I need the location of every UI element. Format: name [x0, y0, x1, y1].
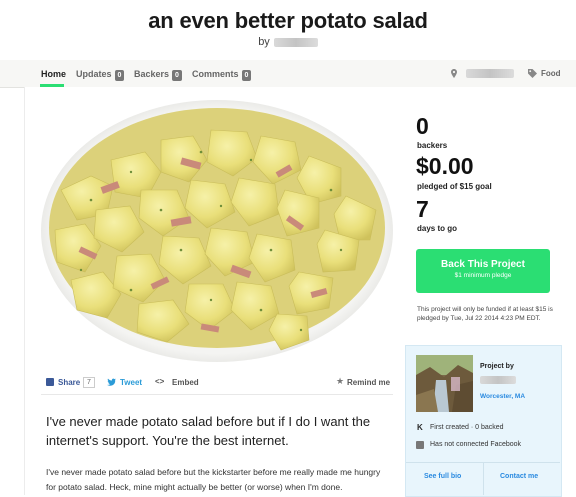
pledged-label: pledged of $15 goal [417, 182, 492, 191]
days-label: days to go [417, 224, 458, 233]
contact-me-link[interactable]: Contact me [500, 473, 538, 480]
funding-note: This project will only be funded if at l… [417, 306, 553, 322]
back-project-label: Back This Project [441, 259, 525, 270]
project-by-heading: Project by [480, 363, 514, 370]
category-link[interactable]: Food [541, 69, 561, 78]
first-created-text: First created · 0 backed [430, 424, 504, 431]
project-title: an even better potato salad [148, 8, 428, 33]
tab-comments[interactable]: Comments 0 [192, 69, 252, 81]
creator-location-link[interactable]: Worcester, MA [480, 393, 525, 400]
remind-me-button[interactable]: Remind me [347, 378, 390, 387]
facebook-icon[interactable] [46, 378, 54, 386]
facebook-icon [416, 441, 424, 449]
twitter-icon[interactable] [107, 378, 116, 386]
tab-backers-label: Backers [134, 69, 170, 79]
kickstarter-icon: K [417, 423, 423, 432]
share-count: 7 [83, 377, 95, 388]
comments-count-badge: 0 [241, 70, 252, 81]
embed-icon[interactable]: <> [155, 377, 164, 386]
facebook-share-button[interactable]: Share [58, 378, 80, 387]
facebook-status-text: Has not connected Facebook [430, 441, 522, 448]
back-project-button[interactable]: Back This Project $1 minimum pledge [416, 249, 550, 293]
minimum-pledge-label: $1 minimum pledge [454, 272, 512, 279]
creator-avatar[interactable] [416, 355, 473, 412]
tag-icon [528, 69, 537, 78]
map-pin-icon [451, 69, 457, 78]
star-icon[interactable]: ★ [336, 376, 344, 387]
updates-count-badge: 0 [114, 70, 125, 81]
tab-home[interactable]: Home [41, 69, 66, 79]
tab-comments-label: Comments [192, 69, 239, 79]
backers-label: backers [417, 141, 448, 150]
pledged-amount: $0.00 [416, 153, 474, 179]
backers-count-badge: 0 [172, 70, 182, 81]
tab-backers[interactable]: Backers 0 [134, 69, 182, 81]
share-divider [41, 394, 393, 395]
project-video-thumbnail[interactable] [41, 100, 393, 362]
embed-button[interactable]: Embed [172, 378, 199, 387]
byline: by [0, 36, 576, 48]
by-label: by [258, 36, 270, 48]
creator-name-redacted[interactable] [480, 376, 516, 384]
project-lead-text: I've never made potato salad before but … [46, 414, 371, 448]
see-full-bio-link[interactable]: See full bio [424, 473, 461, 480]
project-description: I've never made potato salad before but … [46, 467, 381, 492]
tab-updates-label: Updates [76, 69, 112, 79]
tweet-button[interactable]: Tweet [120, 378, 142, 387]
days-remaining: 7 [416, 196, 429, 222]
backers-count: 0 [416, 113, 429, 139]
tab-home-label: Home [41, 69, 67, 79]
creator-name-redacted[interactable] [273, 37, 318, 47]
location-redacted[interactable] [466, 69, 514, 78]
tab-updates[interactable]: Updates 0 [76, 69, 125, 81]
creator-card-vertical-divider [483, 463, 484, 495]
